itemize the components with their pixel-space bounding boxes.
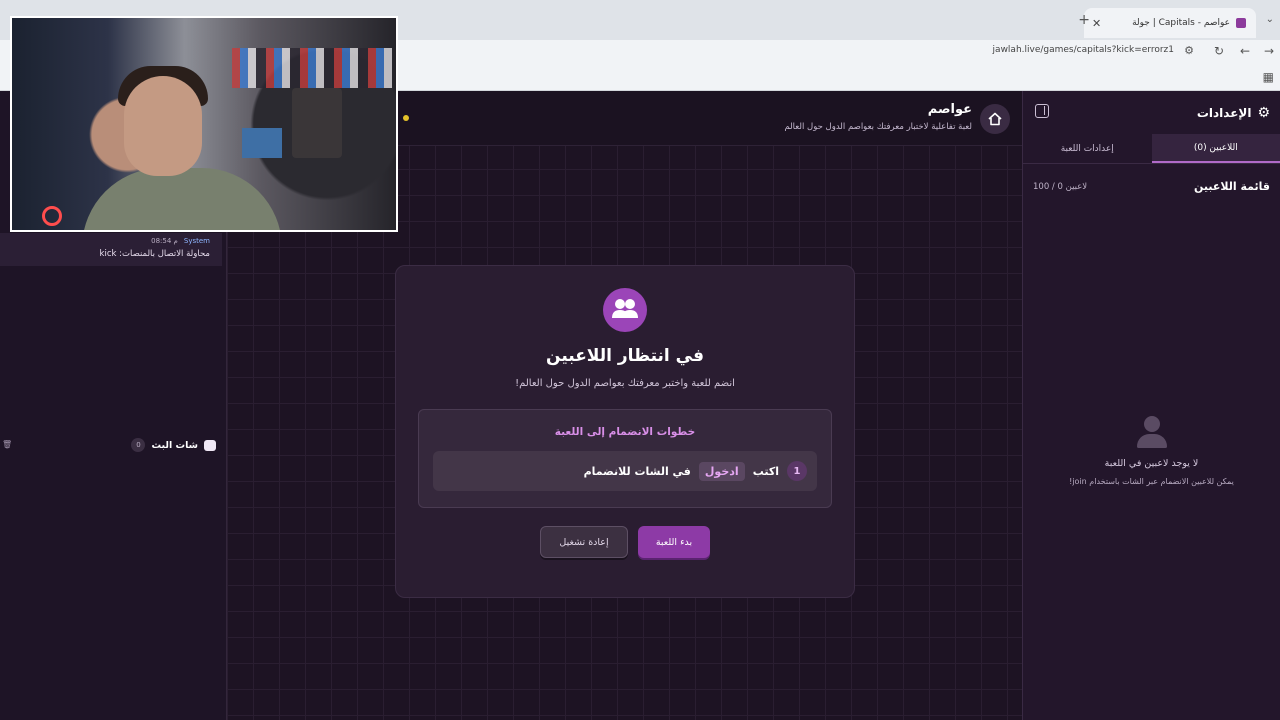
game-subtitle: لعبة تفاعلية لاختبار معرفتك بعواصم الدول…	[784, 122, 972, 132]
collapse-panel-icon[interactable]	[1035, 104, 1049, 118]
settings-panel: ⚙ الإعدادات اللاعبين (0) إعدادات اللعبة …	[1022, 91, 1280, 720]
empty-players-title: لا يوجد لاعبين في اللعبة	[1104, 458, 1199, 469]
tab-game-settings[interactable]: إعدادات اللعبة	[1023, 134, 1152, 163]
forward-icon[interactable]: ←	[1240, 44, 1250, 58]
empty-players-hint: يمكن للاعبين الانضمام عبر الشات باستخدام…	[1069, 477, 1234, 486]
person-icon	[1136, 416, 1167, 450]
step-prefix: اكتب	[752, 464, 779, 478]
status-dot	[403, 115, 409, 121]
chevron-down-icon[interactable]: ⌄	[1266, 14, 1274, 25]
close-tab-icon[interactable]: ✕	[1092, 17, 1101, 30]
message-text: محاولة الاتصال بالمنصات: kick	[99, 249, 210, 259]
new-tab-icon[interactable]: +	[1078, 12, 1090, 28]
home-icon	[988, 112, 1002, 126]
waiting-subtitle: انضم للعبة واختبر معرفتك بعواصم الدول حو…	[515, 378, 735, 389]
site-favicon-icon	[1236, 18, 1246, 28]
action-buttons: بدء اللعبة إعادة تشغيل	[396, 526, 854, 558]
start-game-button[interactable]: بدء اللعبة	[638, 526, 710, 558]
webcam-overlay	[10, 16, 398, 232]
waiting-card: في انتظار اللاعبين انضم للعبة واختبر معر…	[395, 265, 855, 598]
settings-header: ⚙ الإعدادات	[1023, 91, 1280, 134]
message-time: 08:54 م	[151, 237, 178, 245]
home-button[interactable]	[980, 104, 1010, 134]
url-field[interactable]: jawlah.live/games/capitals?kick=errorz1	[993, 45, 1174, 55]
site-settings-icon[interactable]: ⚙	[1184, 44, 1194, 57]
chat-bubble-icon	[204, 439, 216, 451]
chat-message: System 08:54 م محاولة الاتصال بالمنصات: …	[0, 233, 222, 266]
users-icon	[603, 288, 647, 332]
players-list-title: قائمة اللاعبين	[1194, 180, 1270, 193]
players-list-header: قائمة اللاعبين 100 / 0 لاعبين	[1023, 164, 1280, 193]
browser-tab[interactable]: عواصم - Capitals | جولة ✕	[1084, 8, 1256, 38]
chat-title: شات البث	[151, 439, 198, 451]
join-step: 1 اكتب ادخول في الشات للانضمام	[433, 451, 817, 491]
join-steps-title: خطوات الانضمام إلى اللعبة	[554, 426, 696, 438]
join-command: ادخول	[698, 461, 745, 481]
back-icon[interactable]: →	[1264, 44, 1274, 58]
tab-title: عواصم - Capitals | جولة	[1132, 18, 1230, 28]
chat-count-badge: 0	[131, 438, 146, 452]
settings-tabs: اللاعبين (0) إعدادات اللعبة	[1023, 134, 1280, 164]
message-sender: System	[183, 237, 210, 245]
reload-icon[interactable]: ↻	[1214, 44, 1224, 58]
tab-players[interactable]: اللاعبين (0)	[1151, 134, 1280, 163]
step-number: 1	[787, 461, 807, 481]
players-count: 100 / 0 لاعبين	[1033, 181, 1088, 192]
game-title: عواصم	[927, 102, 972, 117]
chat-header: شات البث 0 🗑	[0, 435, 222, 455]
join-steps-box: خطوات الانضمام إلى اللعبة 1 اكتب ادخول ف…	[418, 409, 832, 508]
waiting-title: في انتظار اللاعبين	[546, 346, 704, 366]
trash-icon[interactable]: 🗑	[2, 440, 12, 449]
empty-players-state: لا يوجد لاعبين في اللعبة يمكن للاعبين ال…	[1023, 416, 1280, 486]
restart-button[interactable]: إعادة تشغيل	[540, 526, 628, 558]
settings-title: الإعدادات	[1196, 105, 1252, 120]
apps-grid-icon[interactable]: ▦	[1263, 70, 1274, 84]
step-suffix: في الشات للانضمام	[583, 464, 691, 478]
gear-icon: ⚙	[1257, 104, 1270, 121]
